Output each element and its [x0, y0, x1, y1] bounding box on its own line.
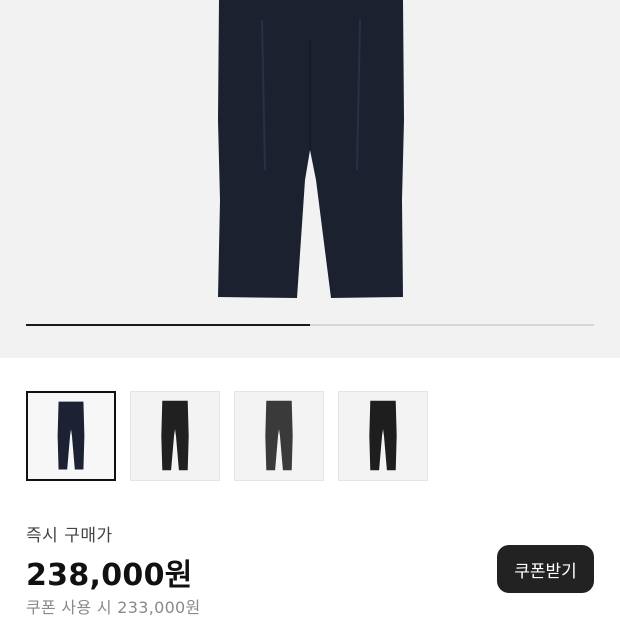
buy-now-price: 238,000원	[26, 558, 193, 593]
price-label: 즉시 구매가	[26, 526, 113, 546]
black-pants-thumbnail-2[interactable]	[338, 391, 428, 481]
pants-icon	[369, 400, 397, 471]
carousel-progress-fill	[26, 324, 310, 326]
pants-icon	[265, 400, 293, 471]
charcoal-pants-thumbnail[interactable]	[234, 391, 324, 481]
thumbnail-list	[26, 391, 428, 481]
product-main-image	[218, 0, 404, 298]
pants-icon	[161, 400, 189, 471]
carousel-progress-bar	[26, 324, 594, 326]
pants-icon	[57, 401, 85, 470]
black-pants-thumbnail[interactable]	[130, 391, 220, 481]
get-coupon-button[interactable]: 쿠폰받기	[497, 545, 594, 593]
coupon-price: 쿠폰 사용 시 233,000원	[26, 598, 201, 617]
navy-pants-thumbnail[interactable]	[26, 391, 116, 481]
product-image-carousel[interactable]	[0, 0, 620, 358]
